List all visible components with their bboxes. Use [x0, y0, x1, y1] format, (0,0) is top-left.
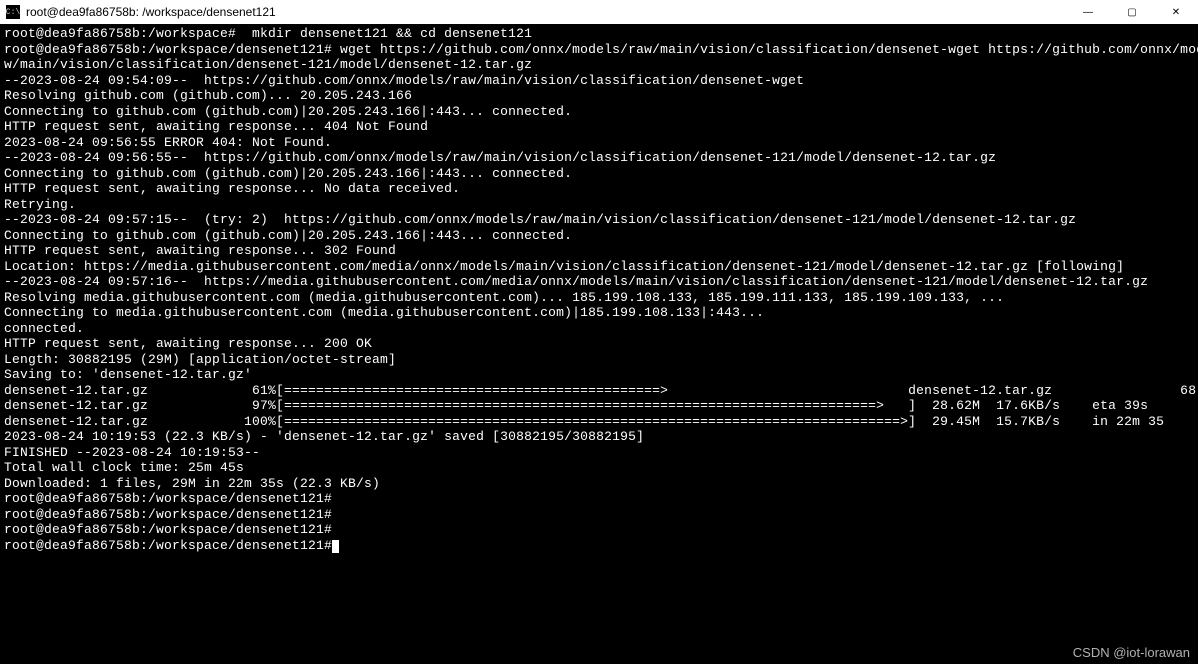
terminal-line: densenet-12.tar.gz 97%[=================…	[4, 398, 1194, 414]
terminal-line: --2023-08-24 09:57:15-- (try: 2) https:/…	[4, 212, 1194, 228]
maximize-button[interactable]: ▢	[1110, 0, 1154, 24]
terminal-line: Connecting to github.com (github.com)|20…	[4, 104, 1194, 120]
window-titlebar: C:\ root@dea9fa86758b: /workspace/densen…	[0, 0, 1198, 24]
terminal-line: FINISHED --2023-08-24 10:19:53--	[4, 445, 1194, 461]
terminal-line: root@dea9fa86758b:/workspace/densenet121…	[4, 507, 1194, 523]
terminal-line: Length: 30882195 (29M) [application/octe…	[4, 352, 1194, 368]
watermark-text: CSDN @iot-lorawan	[1073, 645, 1190, 660]
terminal-line: densenet-12.tar.gz 100%[================…	[4, 414, 1194, 430]
terminal-line: connected.	[4, 321, 1194, 337]
terminal-line: root@dea9fa86758b:/workspace/densenet121…	[4, 522, 1194, 538]
terminal-line: Resolving github.com (github.com)... 20.…	[4, 88, 1194, 104]
cursor	[332, 540, 339, 553]
terminal-line: HTTP request sent, awaiting response... …	[4, 336, 1194, 352]
terminal-line: root@dea9fa86758b:/workspace/densenet121…	[4, 538, 1194, 554]
terminal-line: --2023-08-24 09:56:55-- https://github.c…	[4, 150, 1194, 166]
terminal-line: Total wall clock time: 25m 45s	[4, 460, 1194, 476]
terminal-line: w/main/vision/classification/densenet-12…	[4, 57, 1194, 73]
terminal-line: Saving to: 'densenet-12.tar.gz'	[4, 367, 1194, 383]
terminal-line: densenet-12.tar.gz 61%[=================…	[4, 383, 1194, 399]
terminal-line: root@dea9fa86758b:/workspace# mkdir dens…	[4, 26, 1194, 42]
terminal-line: root@dea9fa86758b:/workspace/densenet121…	[4, 491, 1194, 507]
minimize-button[interactable]: —	[1066, 0, 1110, 24]
terminal-line: Retrying.	[4, 197, 1194, 213]
terminal-line: Connecting to github.com (github.com)|20…	[4, 228, 1194, 244]
terminal-line: Downloaded: 1 files, 29M in 22m 35s (22.…	[4, 476, 1194, 492]
terminal-icon: C:\	[6, 5, 20, 19]
terminal-line: HTTP request sent, awaiting response... …	[4, 119, 1194, 135]
terminal-line: HTTP request sent, awaiting response... …	[4, 243, 1194, 259]
close-button[interactable]: ✕	[1154, 0, 1198, 24]
terminal-line: --2023-08-24 09:57:16-- https://media.gi…	[4, 274, 1194, 290]
terminal-line: Resolving media.githubusercontent.com (m…	[4, 290, 1194, 306]
terminal-line: Connecting to media.githubusercontent.co…	[4, 305, 1194, 321]
terminal-output[interactable]: root@dea9fa86758b:/workspace# mkdir dens…	[0, 24, 1198, 555]
terminal-line: Location: https://media.githubuserconten…	[4, 259, 1194, 275]
terminal-line: --2023-08-24 09:54:09-- https://github.c…	[4, 73, 1194, 89]
terminal-line: HTTP request sent, awaiting response... …	[4, 181, 1194, 197]
window-title: root@dea9fa86758b: /workspace/densenet12…	[26, 5, 276, 19]
terminal-line: 2023-08-24 09:56:55 ERROR 404: Not Found…	[4, 135, 1194, 151]
terminal-line: root@dea9fa86758b:/workspace/densenet121…	[4, 42, 1194, 58]
terminal-line: Connecting to github.com (github.com)|20…	[4, 166, 1194, 182]
terminal-line: 2023-08-24 10:19:53 (22.3 KB/s) - 'dense…	[4, 429, 1194, 445]
